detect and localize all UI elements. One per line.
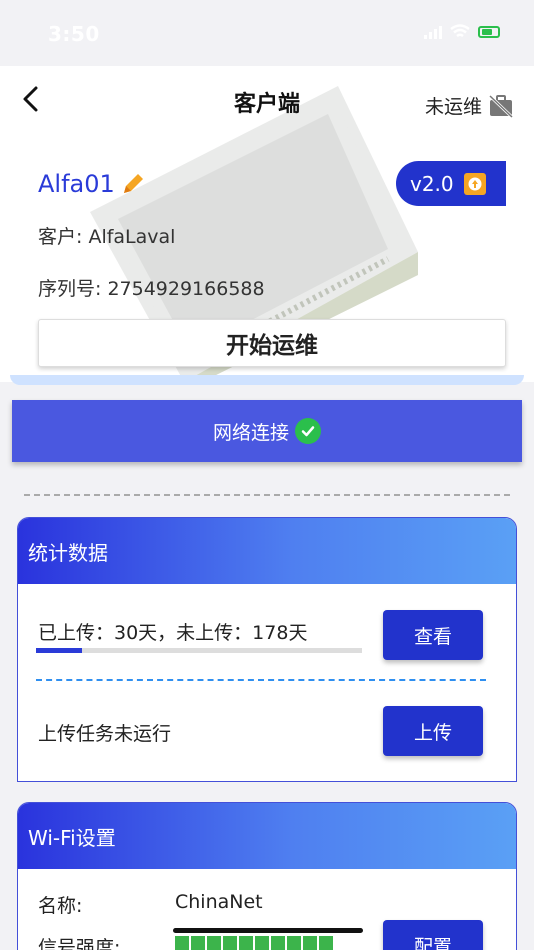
status-icons [424,24,500,40]
signal-strength-label: 信号强度: [38,937,121,950]
network-label: 网络连接 [212,421,289,444]
network-status-bar[interactable]: 网络连接 [12,400,522,462]
version-badge[interactable]: v2.0 [396,161,506,206]
pencil-icon[interactable] [119,170,147,198]
signal-cell [191,936,205,950]
upload-progress-fill [36,648,82,653]
stats-card: 统计数据 已上传：30天，未上传：178天 查看 上传任务未运行 上传 [17,517,517,782]
wifi-name-label: 名称: [38,895,83,917]
status-bar: 3:50 [0,0,534,66]
device-header-card: 客户端 未运维 Alfa01 v2.0 客户: AlfaLaval 序列号: 2… [0,66,534,382]
ops-status-label: 未运维 [424,96,482,118]
upgrade-icon[interactable] [463,172,486,195]
ops-status: 未运维 [425,92,514,119]
signal-cell [255,936,269,950]
battery-icon [478,26,500,38]
customer-line: 客户: AlfaLaval [38,226,176,248]
check-circle-icon [295,418,321,444]
signal-cell [271,936,285,950]
signal-cells [173,936,363,950]
upload-button[interactable]: 上传 [383,706,483,756]
cell-signal-icon [424,25,442,39]
wifi-name-value: ChinaNet [175,891,263,913]
signal-cell [175,936,189,950]
stats-divider [36,679,486,681]
device-name-text: Alfa01 [38,170,115,198]
upload-summary: 已上传：30天，未上传：178天 [38,622,308,644]
wifi-card: Wi-Fi设置 名称: ChinaNet 信号强度: 配置 [17,802,517,950]
signal-cell [207,936,221,950]
divider [24,494,510,496]
signal-cell [239,936,253,950]
wifi-title: Wi-Fi设置 [18,803,516,869]
signal-cell [223,936,237,950]
start-ops-button[interactable]: 开始运维 [38,319,506,367]
serial-line: 序列号: 2754929166588 [38,278,265,300]
status-time: 3:50 [48,22,100,46]
signal-cell [303,936,317,950]
device-name[interactable]: Alfa01 [38,170,147,198]
upload-task-status: 上传任务未运行 [38,723,172,745]
signal-bar-top [173,928,363,933]
signal-strength-bar [173,928,363,950]
version-label: v2.0 [410,171,454,196]
config-button[interactable]: 配置 [383,920,483,950]
header-underline [10,375,524,385]
upload-progress-bar [36,648,362,653]
stats-title: 统计数据 [18,518,516,584]
briefcase-off-icon [488,94,514,118]
signal-cell [319,936,333,950]
view-button[interactable]: 查看 [383,610,483,660]
signal-cell [287,936,301,950]
wifi-icon [450,24,470,38]
